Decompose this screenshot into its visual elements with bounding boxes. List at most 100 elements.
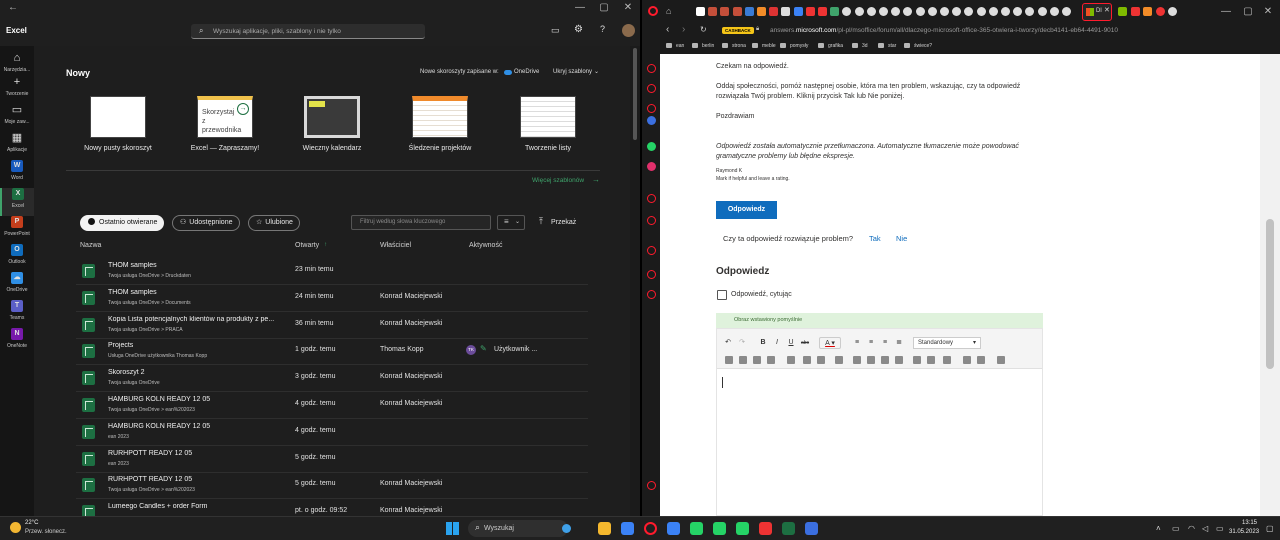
sidebar-app-icon[interactable]: [647, 142, 656, 151]
volume-icon[interactable]: ◁: [1202, 524, 1208, 533]
indent-icon[interactable]: [767, 356, 775, 364]
numbered-list-icon[interactable]: [725, 356, 733, 364]
rail-item-5[interactable]: X Excel: [0, 188, 34, 216]
special-char-icon[interactable]: [977, 356, 985, 364]
cashback-badge[interactable]: CASHBACK: [722, 27, 754, 34]
workspaces-icon[interactable]: ⌂: [666, 6, 671, 16]
rail-item-3[interactable]: ▦ Aplikacje: [0, 132, 34, 160]
rail-item-2[interactable]: ▭ Moje zaw...: [0, 104, 34, 132]
align-left-button[interactable]: ≡: [851, 337, 863, 349]
tab-favicon-icon[interactable]: [696, 7, 705, 16]
close-button[interactable]: ✕: [1256, 4, 1280, 20]
col-insert-icon[interactable]: [881, 356, 889, 364]
help-icon[interactable]: ?: [600, 24, 605, 34]
tab-favicon-icon[interactable]: [842, 7, 852, 16]
sidebar-app-icon[interactable]: [647, 84, 656, 93]
bookmark-item[interactable]: 3d: [852, 43, 868, 49]
file-name[interactable]: RURHPOTT READY 12 05: [108, 476, 280, 483]
maximize-button[interactable]: ▢: [592, 0, 616, 16]
keyword-filter-input[interactable]: Filtruj według słowa kluczowego: [351, 215, 491, 230]
file-row[interactable]: HAMBURG KOLN READY 12 05 ean 2023 4 godz. …: [76, 419, 588, 446]
bullet-list-icon[interactable]: [739, 356, 747, 364]
col-delete-icon[interactable]: [895, 356, 903, 364]
whatsapp-icon[interactable]: [736, 522, 749, 535]
filter-favorites[interactable]: ☆ Ulubione: [248, 215, 300, 231]
tab-favicon-icon[interactable]: [952, 7, 962, 16]
outdent-icon[interactable]: [753, 356, 761, 364]
quote-checkbox[interactable]: [717, 290, 727, 300]
save-to-target[interactable]: OneDrive: [514, 69, 539, 75]
table-icon[interactable]: [835, 356, 843, 364]
tab-favicon-icon[interactable]: [1130, 7, 1140, 16]
file-name[interactable]: HAMBURG KOLN READY 12 05: [108, 423, 280, 430]
filezilla-icon[interactable]: [759, 522, 772, 535]
hide-templates-button[interactable]: Ukryj szablony: [553, 69, 592, 75]
tab-favicon-icon[interactable]: [1013, 7, 1023, 16]
merge-cells-icon[interactable]: [913, 356, 921, 364]
taskbar-search[interactable]: ⌕ Wyszukaj: [468, 520, 571, 537]
rail-item-8[interactable]: ☁ OneDrive: [0, 272, 34, 300]
image-icon[interactable]: [817, 356, 825, 364]
app-icon[interactable]: [805, 522, 818, 535]
rail-item-10[interactable]: N OneNote: [0, 328, 34, 356]
bookmark-item[interactable]: meble: [752, 43, 776, 49]
bold-button[interactable]: B: [757, 337, 769, 349]
forward-icon[interactable]: ›: [682, 24, 685, 35]
rail-item-4[interactable]: W Word: [0, 160, 34, 188]
tab-favicon-icon[interactable]: [866, 7, 876, 16]
file-name[interactable]: RURHPOTT READY 12 05: [108, 450, 280, 457]
page-scrollbar[interactable]: [1260, 54, 1280, 516]
sidebar-app-icon[interactable]: [647, 162, 656, 171]
bookmark-item[interactable]: berlin: [692, 43, 714, 49]
align-right-button[interactable]: ≡: [879, 337, 891, 349]
text-cursor[interactable]: [722, 377, 723, 388]
tab-favicon-icon[interactable]: [903, 7, 913, 16]
row-delete-icon[interactable]: [867, 356, 875, 364]
redo-icon[interactable]: ↷: [736, 337, 748, 349]
tab-favicon-icon[interactable]: [1118, 7, 1127, 16]
clock-date[interactable]: 31.05.2023: [1229, 529, 1259, 535]
tab-favicon-icon[interactable]: [927, 7, 937, 16]
todo-icon[interactable]: [667, 522, 680, 535]
back-icon[interactable]: ‹: [666, 24, 669, 35]
sidebar-app-icon[interactable]: [647, 270, 656, 279]
gear-icon[interactable]: ⚙: [574, 24, 583, 35]
sidebar-app-icon[interactable]: [647, 104, 656, 113]
tab-favicon-icon[interactable]: [781, 7, 791, 16]
tab-favicon-icon[interactable]: [769, 7, 779, 16]
file-name[interactable]: Lumeego Candles + order Form: [108, 503, 280, 510]
template-card[interactable]: Tworzenie listy: [498, 96, 598, 152]
file-name[interactable]: Kopia Lista potencjalnych klientów na pr…: [108, 316, 280, 323]
search-box[interactable]: ⌕ Wyszukaj aplikacje, pliki, szablony i …: [191, 24, 425, 39]
weather-desc[interactable]: Przew. słonecz.: [25, 529, 67, 535]
scroll-thumb[interactable]: [633, 48, 637, 140]
tab-favicon-icon[interactable]: [732, 7, 742, 16]
rail-item-6[interactable]: P PowerPoint: [0, 216, 34, 244]
rail-item-7[interactable]: O Outlook: [0, 244, 34, 272]
battery-icon[interactable]: ▭: [1216, 524, 1224, 533]
wifi-icon[interactable]: ◠: [1188, 524, 1195, 533]
file-row[interactable]: RURHPOTT READY 12 05 ean 2023 5 godz. temu: [76, 446, 588, 473]
template-card[interactable]: Nowy pusty skoroszyt: [68, 96, 168, 152]
bookmark-item[interactable]: ean: [666, 43, 684, 49]
tab-favicon-icon[interactable]: [1143, 7, 1152, 16]
helpful-no-link[interactable]: Nie: [896, 234, 907, 244]
file-row[interactable]: Projects Usługa OneDrive użytkownika Thom…: [76, 338, 588, 366]
tab-favicon-icon[interactable]: [1168, 7, 1177, 16]
scroll-thumb[interactable]: [1266, 219, 1274, 369]
tab-favicon-icon[interactable]: [1025, 7, 1035, 16]
tab-favicon-icon[interactable]: [757, 7, 766, 16]
tab-favicon-icon[interactable]: [830, 7, 840, 16]
tab-favicon-icon[interactable]: [854, 7, 864, 16]
hr-icon[interactable]: [963, 356, 971, 364]
opera-icon[interactable]: [644, 522, 657, 535]
template-card[interactable]: Skorzystaj z przewodnika → Excel — Zaprasz…: [175, 96, 275, 152]
whatsapp-icon[interactable]: [713, 522, 726, 535]
reply-button[interactable]: Odpowiedz: [716, 201, 777, 219]
tab-favicon-icon[interactable]: [891, 7, 901, 16]
clear-format-icon[interactable]: [997, 356, 1005, 364]
bookmark-item[interactable]: pomysły: [780, 43, 808, 49]
whatsapp-icon[interactable]: [690, 522, 703, 535]
split-cells-icon[interactable]: [927, 356, 935, 364]
align-center-button[interactable]: ≡: [865, 337, 877, 349]
